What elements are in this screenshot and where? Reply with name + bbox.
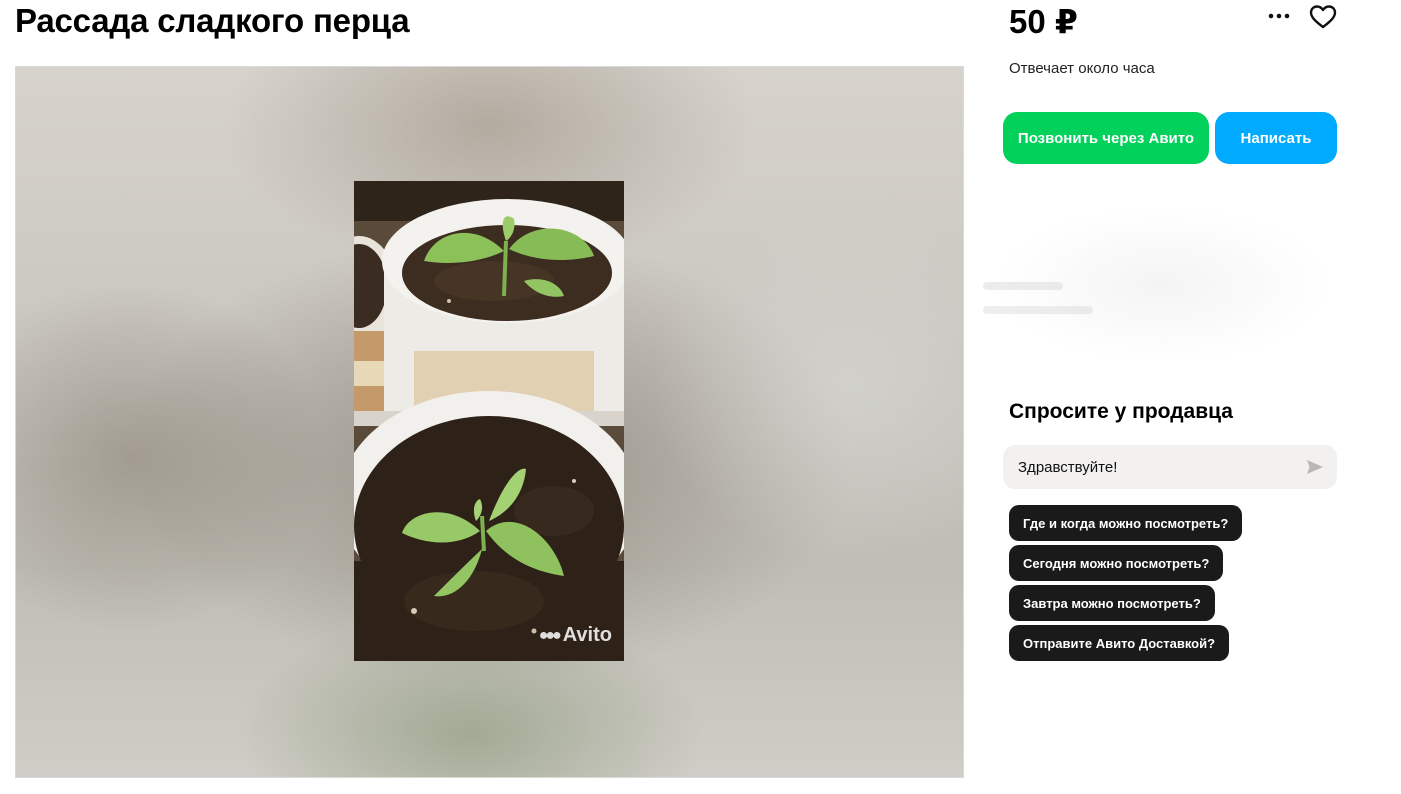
seedling-photo bbox=[354, 181, 624, 661]
quick-question-chip[interactable]: Отправите Авито Доставкой? bbox=[1009, 625, 1230, 661]
quick-question-chip[interactable]: Где и когда можно посмотреть? bbox=[1009, 505, 1243, 541]
avito-logo-icon: ●●● bbox=[538, 626, 562, 644]
message-input[interactable] bbox=[1018, 445, 1288, 489]
avito-watermark: ●●● Avito bbox=[539, 624, 612, 647]
more-icon[interactable] bbox=[1266, 6, 1292, 26]
photo-gallery[interactable]: ●●● Avito bbox=[15, 66, 964, 778]
listing-title: Рассада сладкого перца bbox=[15, 2, 410, 39]
reply-time: Отвечает около часа bbox=[1009, 60, 1155, 77]
watermark-text: Avito bbox=[562, 624, 612, 646]
write-message-button[interactable]: Написать bbox=[1215, 112, 1337, 164]
message-box bbox=[1003, 445, 1337, 489]
heart-icon[interactable] bbox=[1309, 4, 1337, 30]
seller-info-blurred bbox=[975, 190, 1350, 380]
send-icon[interactable] bbox=[1305, 457, 1325, 477]
listing-price: 50 ₽ bbox=[1009, 3, 1078, 40]
listing-photo[interactable]: ●●● Avito bbox=[354, 181, 624, 661]
blurred-text-line bbox=[983, 306, 1093, 314]
call-via-avito-button[interactable]: Позвонить через Авито bbox=[1003, 112, 1209, 164]
quick-question-chip[interactable]: Завтра можно посмотреть? bbox=[1009, 585, 1215, 621]
blurred-text-line bbox=[983, 282, 1063, 290]
quick-question-chip[interactable]: Сегодня можно посмотреть? bbox=[1009, 545, 1224, 581]
ask-seller-title: Спросите у продавца bbox=[1009, 400, 1233, 423]
